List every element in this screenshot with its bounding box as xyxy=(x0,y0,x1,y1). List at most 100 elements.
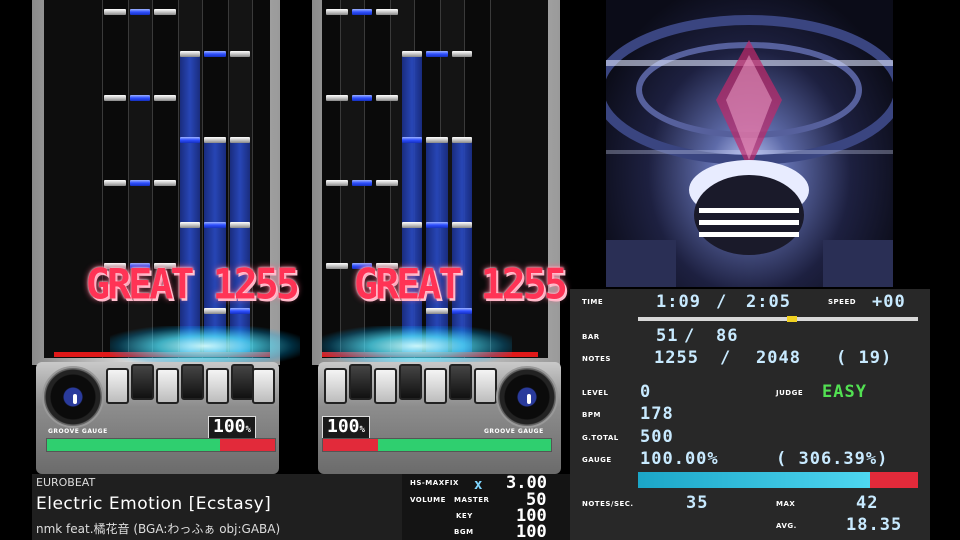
note xyxy=(204,137,226,143)
gtotal-label: G.TOTAL xyxy=(582,434,619,442)
stats-gauge-bar xyxy=(638,472,918,488)
note xyxy=(230,137,250,143)
groove-gauge-bar xyxy=(46,438,276,452)
judge-label: JUDGE xyxy=(776,389,804,397)
gtotal-value: 500 xyxy=(640,427,674,447)
hold-note xyxy=(230,140,250,355)
gauge-value: 100.00% xyxy=(640,449,719,469)
bar-total: 86 xyxy=(716,326,739,346)
song-title: Electric Emotion [Ecstasy] xyxy=(36,494,272,514)
note xyxy=(230,222,250,228)
judge-text-right: GREAT 1255 xyxy=(354,260,568,310)
note xyxy=(130,9,150,15)
note xyxy=(104,180,126,186)
bpm-label: BPM xyxy=(582,411,601,419)
key-2 xyxy=(131,364,154,400)
song-info: EUROBEAT Electric Emotion [Ecstasy] nmk … xyxy=(32,474,402,540)
bgm-label: BGM xyxy=(454,528,474,536)
key-6 xyxy=(449,364,472,400)
bar-separator: / xyxy=(684,326,696,346)
hold-note xyxy=(426,140,448,355)
combo-count: 1255 xyxy=(480,260,568,310)
level-value: 0 xyxy=(640,382,652,402)
note xyxy=(426,51,448,57)
note xyxy=(352,180,372,186)
note xyxy=(326,95,348,101)
note xyxy=(154,180,176,186)
note xyxy=(426,222,448,228)
speed-label: SPEED xyxy=(828,298,857,306)
bar-current: 51 xyxy=(656,326,679,346)
key-5 xyxy=(424,368,447,404)
master-label: MASTER xyxy=(454,496,490,504)
notes-extra: ( 19) xyxy=(836,348,893,368)
note xyxy=(230,51,250,57)
avg-label: AVG. xyxy=(776,522,797,530)
bgm-value: 100 xyxy=(516,522,547,540)
note xyxy=(204,51,226,57)
judge-text-left: GREAT 1255 xyxy=(86,260,300,310)
key-4 xyxy=(181,364,204,400)
note xyxy=(376,180,398,186)
note xyxy=(402,222,422,228)
hs-value: 3.00 xyxy=(506,473,547,493)
note xyxy=(326,180,348,186)
note xyxy=(104,95,126,101)
song-progress-marker xyxy=(786,316,797,322)
time-current: 1:09 xyxy=(656,292,701,312)
option-panel: HS-MAXFIX x 3.00 VOLUME MASTER 50 KEY 10… xyxy=(402,474,570,540)
note xyxy=(180,51,200,57)
note xyxy=(352,95,372,101)
lane-1 xyxy=(322,0,340,358)
hold-note xyxy=(402,55,422,355)
notes-current: 1255 xyxy=(654,348,699,368)
hold-note xyxy=(180,55,200,355)
key-4 xyxy=(399,364,422,400)
hit-effect xyxy=(110,326,300,366)
level-label: LEVEL xyxy=(582,389,609,397)
time-total: 2:05 xyxy=(746,292,791,312)
hs-label: HS-MAXFIX xyxy=(410,479,459,487)
combo-count: 1255 xyxy=(212,260,300,310)
notes-separator: / xyxy=(720,348,732,368)
speed-value: +00 xyxy=(872,292,906,312)
note xyxy=(402,137,422,143)
judge-rank-value: EASY xyxy=(822,382,867,402)
stats-panel: TIME 1:09 / 2:05 SPEED +00 BAR 51 / 86 N… xyxy=(570,289,930,540)
song-genre: EUROBEAT xyxy=(36,476,96,489)
key-1 xyxy=(324,368,347,404)
note xyxy=(130,180,150,186)
note xyxy=(180,222,200,228)
bar-label: BAR xyxy=(582,333,600,341)
note xyxy=(326,263,348,269)
note xyxy=(426,137,448,143)
time-label: TIME xyxy=(582,298,604,306)
key-2 xyxy=(349,364,372,400)
groove-gauge-title: GROOVE GAUGE xyxy=(484,428,544,435)
groove-gauge-title: GROOVE GAUGE xyxy=(48,428,108,435)
turntable xyxy=(42,366,104,428)
notes-label: NOTES xyxy=(582,355,611,363)
key-1 xyxy=(106,368,129,404)
gauge-label: GAUGE xyxy=(582,456,612,464)
note xyxy=(376,95,398,101)
hs-multiplier: x xyxy=(474,477,483,493)
note xyxy=(204,222,226,228)
bpm-value: 178 xyxy=(640,404,674,424)
note xyxy=(180,137,200,143)
notes-total: 2048 xyxy=(756,348,801,368)
hit-effect xyxy=(322,326,512,366)
nps-label: NOTES/SEC. xyxy=(582,500,634,508)
key-volume-label: KEY xyxy=(456,512,473,520)
nps-value: 35 xyxy=(686,493,709,513)
volume-label: VOLUME xyxy=(410,496,446,504)
groove-gauge-bar xyxy=(322,438,552,452)
song-progress-bar xyxy=(638,316,918,322)
note xyxy=(326,9,348,15)
max-label: MAX xyxy=(776,500,796,508)
gauge-extra: ( 306.39%) xyxy=(776,449,889,469)
key-7 xyxy=(474,368,497,404)
bga-scene xyxy=(606,15,893,287)
note xyxy=(452,51,472,57)
key-6 xyxy=(231,364,254,400)
